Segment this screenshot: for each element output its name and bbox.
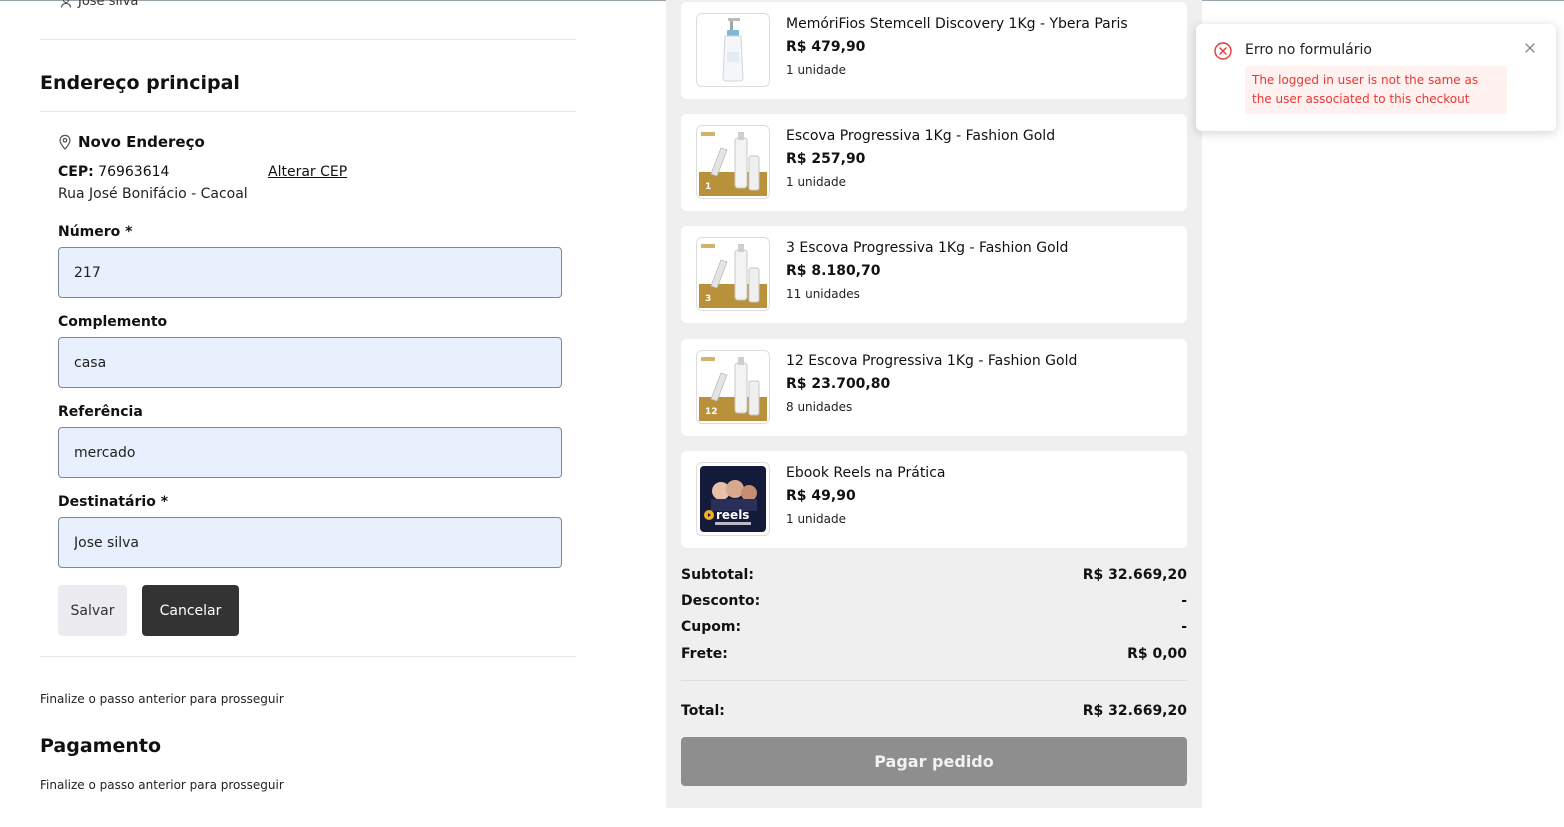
item-price: R$ 49,90 xyxy=(786,488,856,504)
product-kit-icon: 12 xyxy=(699,357,767,421)
subtotal-row: Subtotal: R$ 32.669,20 xyxy=(681,567,1187,583)
cart-item: 12 12 Escova Progressiva 1Kg - Fashion G… xyxy=(681,339,1187,436)
shipping-row: Frete: R$ 0,00 xyxy=(681,646,1187,662)
item-quantity: 11 unidades xyxy=(786,287,860,301)
product-kit-icon: 1 xyxy=(699,132,767,196)
new-address-label: Novo Endereço xyxy=(78,133,205,151)
item-price: R$ 257,90 xyxy=(786,151,866,167)
item-name: 12 Escova Progressiva 1Kg - Fashion Gold xyxy=(786,353,1078,369)
cart-item: reels Ebook Reels na Prática R$ 49,90 1 … xyxy=(681,451,1187,548)
item-quantity: 1 unidade xyxy=(786,512,846,526)
toast-message: The logged in user is not the same as th… xyxy=(1245,66,1507,114)
destinatario-input[interactable] xyxy=(58,517,562,568)
item-name: Ebook Reels na Prática xyxy=(786,465,946,481)
item-name: 3 Escova Progressiva 1Kg - Fashion Gold xyxy=(786,240,1069,256)
subtotal-label: Subtotal: xyxy=(681,567,754,583)
map-pin-icon xyxy=(59,134,71,150)
total-value: R$ 32.669,20 xyxy=(1082,703,1187,719)
summary-divider xyxy=(681,680,1187,681)
item-quantity: 1 unidade xyxy=(786,63,846,77)
ebook-cover-icon: reels xyxy=(700,466,766,532)
discount-row: Desconto: - xyxy=(681,593,1187,609)
user-icon xyxy=(61,0,71,8)
shipping-label: Frete: xyxy=(681,646,728,662)
address-section-title: Endereço principal xyxy=(40,72,240,94)
product-thumbnail: reels xyxy=(696,462,770,536)
street-address: Rua José Bonifácio - Cacoal xyxy=(58,186,248,202)
product-thumbnail: 12 xyxy=(696,350,770,424)
item-price: R$ 23.700,80 xyxy=(786,376,891,392)
product-thumbnail: 1 xyxy=(696,125,770,199)
total-row: Total: R$ 32.669,20 xyxy=(681,703,1187,719)
item-name: Escova Progressiva 1Kg - Fashion Gold xyxy=(786,128,1056,144)
cart-item: 3 3 Escova Progressiva 1Kg - Fashion Gol… xyxy=(681,226,1187,323)
coupon-row: Cupom: - xyxy=(681,619,1187,635)
cancel-button[interactable]: Cancelar xyxy=(142,585,239,636)
discount-label: Desconto: xyxy=(681,593,761,609)
toast-title: Erro no formulário xyxy=(1245,42,1372,58)
kit-badge: 3 xyxy=(705,294,711,304)
error-toast: Erro no formulário The logged in user is… xyxy=(1196,24,1556,131)
payment-section-title: Pagamento xyxy=(40,735,162,757)
new-address-header: Novo Endereço xyxy=(58,133,205,151)
coupon-value: - xyxy=(1181,619,1187,635)
subtotal-value: R$ 32.669,20 xyxy=(1082,567,1187,583)
cep-value: 76963614 xyxy=(98,164,170,180)
kit-badge: 1 xyxy=(705,182,711,192)
error-circle-icon xyxy=(1214,42,1232,60)
item-price: R$ 8.180,70 xyxy=(786,263,881,279)
product-thumbnail xyxy=(696,13,770,87)
change-cep-link[interactable]: Alterar CEP xyxy=(268,164,347,180)
save-button[interactable]: Salvar xyxy=(58,585,127,636)
numero-input[interactable] xyxy=(58,247,562,298)
divider xyxy=(40,656,576,657)
referencia-input[interactable] xyxy=(58,427,562,478)
product-thumbnail: 3 xyxy=(696,237,770,311)
pay-order-button[interactable]: Pagar pedido xyxy=(681,737,1187,786)
logged-user: Jose silva xyxy=(60,0,138,9)
cart-item: 1 Escova Progressiva 1Kg - Fashion Gold … xyxy=(681,114,1187,211)
shipping-step-hint: Finalize o passo anterior para prossegui… xyxy=(40,692,284,706)
item-name: MemóriFios Stemcell Discovery 1Kg - Yber… xyxy=(786,16,1128,32)
item-price: R$ 479,90 xyxy=(786,39,866,55)
product-kit-icon: 3 xyxy=(699,244,767,308)
total-label: Total: xyxy=(681,703,725,719)
item-quantity: 1 unidade xyxy=(786,175,846,189)
ebook-badge: reels xyxy=(716,508,749,522)
shipping-value: R$ 0,00 xyxy=(1127,646,1187,662)
referencia-label: Referência xyxy=(58,404,143,420)
bottle-icon xyxy=(722,18,744,82)
discount-value: - xyxy=(1181,593,1187,609)
complemento-label: Complemento xyxy=(58,314,168,330)
close-icon[interactable] xyxy=(1523,41,1537,55)
coupon-label: Cupom: xyxy=(681,619,742,635)
kit-badge: 12 xyxy=(705,407,718,417)
destinatario-label: Destinatário * xyxy=(58,494,169,510)
divider xyxy=(40,111,576,112)
cart-item: MemóriFios Stemcell Discovery 1Kg - Yber… xyxy=(681,2,1187,99)
item-quantity: 8 unidades xyxy=(786,400,853,414)
divider xyxy=(40,39,576,40)
order-summary-panel: MemóriFios Stemcell Discovery 1Kg - Yber… xyxy=(666,0,1202,808)
complemento-input[interactable] xyxy=(58,337,562,388)
payment-step-hint: Finalize o passo anterior para prossegui… xyxy=(40,778,284,792)
cep-label: CEP: xyxy=(58,164,94,180)
numero-label: Número * xyxy=(58,224,133,240)
logged-user-name: Jose silva xyxy=(78,0,139,9)
